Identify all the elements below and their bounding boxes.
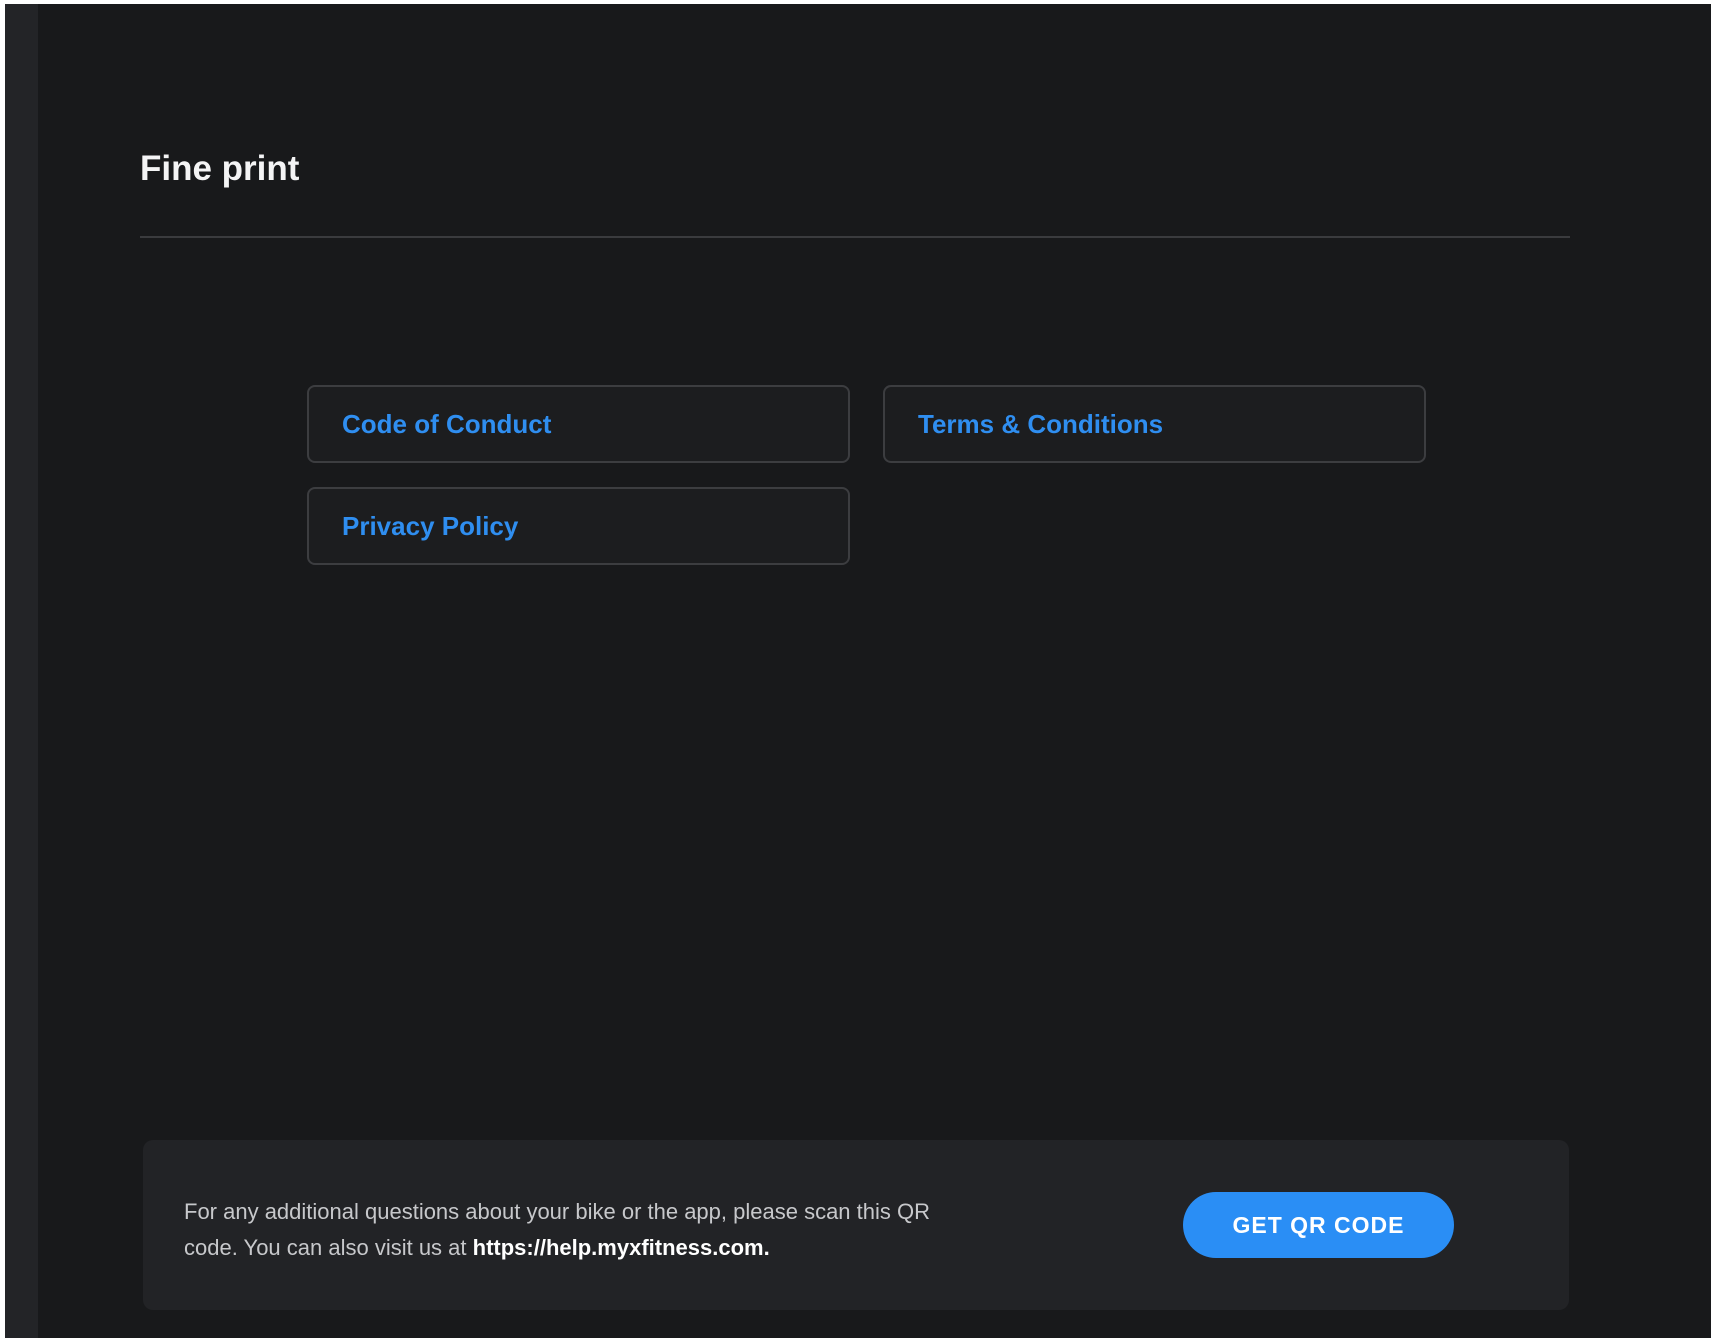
settings-screen: Fine print Code of Conduct Terms & Condi… — [5, 4, 1711, 1338]
terms-and-conditions-link[interactable]: Terms & Conditions — [883, 385, 1426, 463]
terms-and-conditions-label: Terms & Conditions — [918, 408, 1164, 439]
help-url: https://help.myxfitness.com. — [472, 1235, 770, 1260]
code-of-conduct-link[interactable]: Code of Conduct — [307, 385, 850, 463]
page-title: Fine print — [140, 149, 300, 188]
privacy-policy-link[interactable]: Privacy Policy — [307, 487, 850, 565]
help-message: For any additional questions about your … — [184, 1194, 944, 1266]
get-qr-code-button[interactable]: GET QR CODE — [1183, 1192, 1454, 1258]
privacy-policy-label: Privacy Policy — [342, 510, 519, 541]
title-divider — [140, 236, 1570, 238]
left-sidebar-edge — [5, 4, 38, 1338]
code-of-conduct-label: Code of Conduct — [342, 408, 552, 439]
help-panel: For any additional questions about your … — [143, 1140, 1569, 1310]
